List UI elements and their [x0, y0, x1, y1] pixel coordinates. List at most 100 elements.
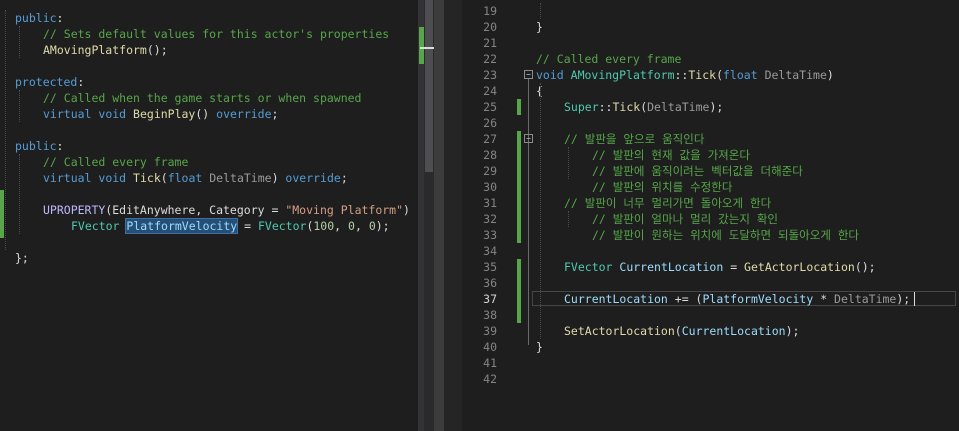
code-token: // 발판이 너무 멀리가면 돌아오게 한다 [564, 196, 772, 210]
code-token: // 발판의 위치를 수정한다 [592, 180, 733, 194]
right-code-line[interactable]: // 발판이 너무 멀리가면 돌아오게 한다 [564, 195, 771, 211]
line-number: 26 [483, 116, 497, 130]
line-number: 23 [483, 68, 497, 82]
code-token: // Called every frame [536, 52, 682, 66]
right-code-line[interactable]: // 발판이 얼마나 멀리 갔는지 확인 [592, 211, 778, 227]
code-token: :: [598, 100, 613, 114]
code-token: 100 [313, 219, 335, 233]
code-token: : [56, 11, 64, 25]
code-token: FVector [71, 219, 120, 233]
right-code-line[interactable]: // 발판의 위치를 수정한다 [592, 179, 732, 195]
indent-guide [540, 83, 541, 339]
left-code-editor[interactable]: public:// Sets default values for this a… [0, 0, 418, 431]
code-token: virtual [43, 107, 92, 121]
right-code-line[interactable]: // 발판이 원하는 위치에 도달하면 되돌아오게 한다 [592, 227, 859, 243]
right-code-line[interactable]: void AMovingPlatform::Tick(float DeltaTi… [536, 67, 834, 83]
left-code-line[interactable]: virtual void BeginPlay() override; [43, 106, 278, 122]
code-token: Super [564, 100, 599, 114]
code-token: () [195, 107, 217, 121]
code-token: void [98, 107, 127, 121]
code-token: ) [271, 171, 286, 185]
line-number: 34 [483, 244, 497, 258]
left-code-line[interactable]: // Called every frame [43, 154, 188, 170]
right-code-editor[interactable]: 19 20} 21 22 // Called every frame 23 void AMo… [462, 0, 959, 431]
code-token: ); [709, 100, 724, 114]
line-number: 38 [483, 308, 497, 322]
code-token: ); [896, 292, 911, 306]
right-code-line[interactable]: Super::Tick(DeltaTime); [564, 99, 723, 115]
indent-guide [540, 3, 541, 19]
code-token: // 발판이 얼마나 멀리 갔는지 확인 [592, 212, 779, 226]
line-number: 36 [483, 276, 497, 290]
line-number: 41 [483, 356, 497, 370]
left-code-line[interactable]: protected: [15, 74, 84, 90]
code-token: ; [340, 171, 348, 185]
right-code-line[interactable]: // 발판에 움직이려는 벡터값을 더해준다 [592, 163, 803, 179]
code-token: // Called when the game starts or when s… [43, 91, 362, 105]
left-code-line[interactable]: // Sets default values for this actor's … [43, 26, 389, 42]
right-code-line[interactable]: } [536, 339, 543, 355]
left-code-line[interactable]: // Called when the game starts or when s… [43, 90, 362, 106]
code-token: (); [146, 43, 168, 57]
line-number: 37 [483, 292, 497, 306]
code-token: CurrentLocation [619, 260, 724, 274]
line-number: 42 [483, 372, 497, 386]
code-token: Tick [133, 171, 161, 185]
left-code-line[interactable]: FVector PlatformVelocity = FVector(100, … [71, 218, 390, 234]
right-code-line[interactable]: CurrentLocation += (PlatformVelocity * D… [564, 291, 910, 307]
left-scrollbar-thumb[interactable] [425, 0, 433, 172]
line-number: 27 [483, 132, 497, 146]
code-token: ; [271, 107, 279, 121]
code-token: DeltaTime [834, 292, 897, 306]
left-change-marker [0, 190, 4, 238]
line-number: 21 [483, 36, 497, 50]
collapse-toggle-icon[interactable]: − [524, 70, 533, 79]
code-token: (); [854, 260, 876, 274]
code-token: // 발판을 앞으로 움직인다 [564, 132, 705, 146]
code-token: float [167, 171, 203, 185]
code-token: DeltaTime [209, 171, 272, 185]
indent-guide [19, 26, 20, 58]
right-editor-margin-gutter [444, 0, 462, 431]
code-token: FVector [564, 260, 613, 274]
code-token: ); [375, 219, 390, 233]
text-cursor [914, 292, 915, 306]
left-code-line[interactable]: UPROPERTY(EditAnywhere, Category = "Movi… [43, 202, 410, 218]
right-code-line[interactable]: } [536, 19, 543, 35]
right-code-line[interactable]: SetActorLocation(CurrentLocation); [564, 323, 799, 339]
code-token: SetActorLocation [564, 324, 675, 338]
right-code-line[interactable]: // 발판을 앞으로 움직인다 [564, 131, 704, 147]
code-token: GetActorLocation [744, 260, 855, 274]
code-token: , [354, 219, 369, 233]
left-code-line[interactable]: public: [15, 10, 63, 26]
line-number: 39 [483, 324, 497, 338]
code-token: // 발판이 원하는 위치에 도달하면 되돌아오게 한다 [592, 228, 859, 242]
code-token: void [536, 68, 564, 82]
code-token: } [536, 340, 543, 354]
code-token: * [813, 292, 835, 306]
line-number: 33 [483, 228, 497, 242]
left-code-line[interactable]: AMovingPlatform(); [43, 42, 168, 58]
indent-guide [568, 211, 569, 227]
left-code-line[interactable]: public: [15, 138, 63, 154]
code-token: }; [15, 251, 29, 265]
right-code-line[interactable]: // Called every frame [536, 51, 681, 67]
code-token: PlatformVelocity [702, 292, 814, 306]
code-token: = [723, 260, 745, 274]
code-token: , [334, 219, 349, 233]
fold-region-line [528, 79, 529, 345]
code-token: "Moving Platform" [285, 203, 404, 217]
right-code-line[interactable]: // 발판의 현재 값을 가져온다 [592, 147, 750, 163]
left-code-line[interactable]: virtual void Tick(float DeltaTime) overr… [43, 170, 348, 186]
split-view-divider[interactable] [434, 0, 444, 431]
code-token: // 발판에 움직이려는 벡터값을 더해준다 [592, 164, 803, 178]
right-code-line[interactable]: FVector CurrentLocation = GetActorLocati… [564, 259, 876, 275]
code-token: = [237, 219, 258, 233]
code-token: Tick [688, 68, 717, 82]
line-number: 30 [483, 180, 497, 194]
collapse-toggle-icon[interactable]: − [524, 134, 533, 143]
code-token: AMovingPlatform [43, 43, 147, 57]
left-code-line[interactable]: }; [15, 250, 29, 266]
line-number: 20 [483, 20, 497, 34]
